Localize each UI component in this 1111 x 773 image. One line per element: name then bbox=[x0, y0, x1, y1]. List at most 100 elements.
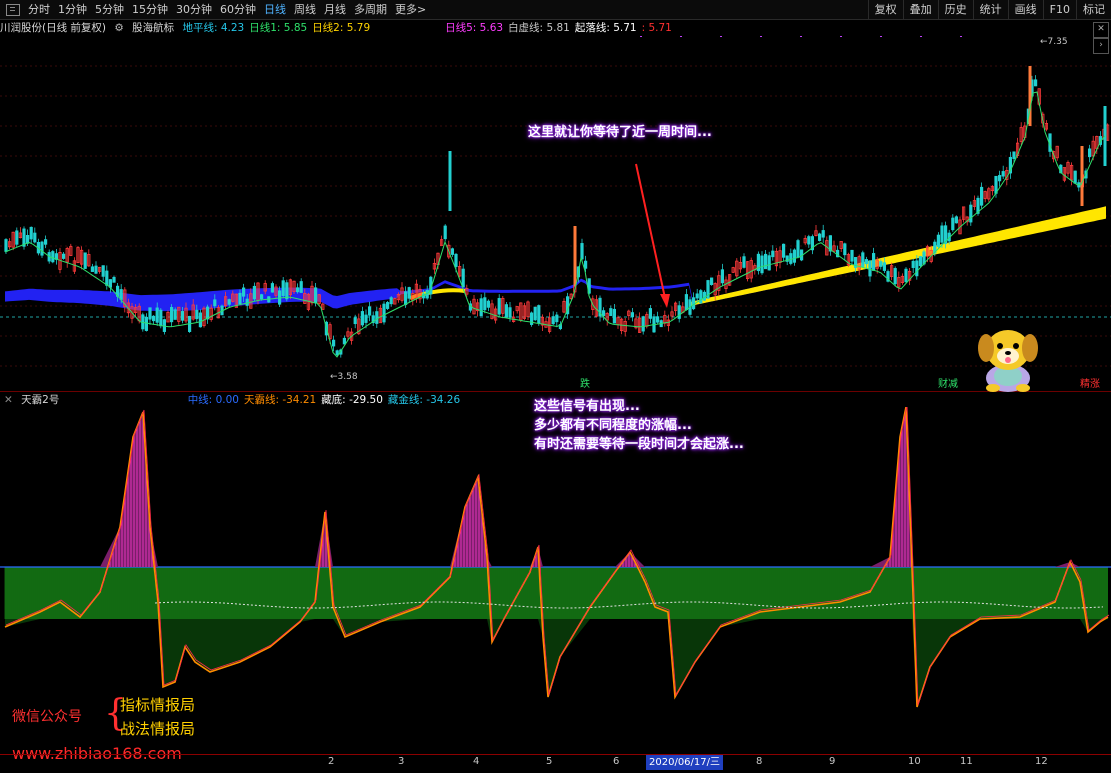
cursor-date: 2020/06/17/三 bbox=[646, 755, 724, 770]
date-tick-label: 10 bbox=[908, 756, 921, 767]
period-tabs: 分时 1分钟 5分钟 15分钟 30分钟 60分钟 日线 周线 月线 多周期 更多> bbox=[0, 0, 430, 19]
tab-period[interactable]: 分时 bbox=[24, 0, 54, 19]
oscillator-green-zone bbox=[5, 567, 1108, 619]
candle bbox=[911, 260, 915, 268]
candle bbox=[1034, 79, 1038, 87]
candle bbox=[83, 252, 87, 269]
candle bbox=[108, 279, 112, 288]
candle bbox=[112, 276, 116, 283]
candle bbox=[796, 240, 800, 258]
puppy-mascot-image bbox=[978, 330, 1038, 392]
tab-period[interactable]: 30分钟 bbox=[172, 0, 216, 19]
candle bbox=[443, 225, 447, 240]
candle bbox=[1088, 148, 1092, 158]
candle bbox=[375, 311, 379, 324]
candle bbox=[151, 315, 156, 322]
candle bbox=[144, 316, 148, 331]
tab-period[interactable]: 月线 bbox=[320, 0, 350, 19]
price-high-label: ←7.35 bbox=[1040, 37, 1068, 47]
gear-icon[interactable]: ⚙ bbox=[114, 22, 123, 34]
toolbar-button[interactable]: 复权 bbox=[867, 0, 903, 19]
toolbar-button[interactable]: 标记 bbox=[1076, 0, 1111, 19]
marker-dot bbox=[720, 36, 722, 37]
candle bbox=[385, 302, 390, 309]
legend-item: 中线: 0.00 bbox=[187, 394, 239, 406]
date-tick-label: 5 bbox=[546, 756, 553, 767]
candle bbox=[90, 266, 94, 272]
candle bbox=[364, 314, 368, 323]
candle bbox=[630, 312, 635, 318]
candle bbox=[94, 265, 98, 274]
date-axis bbox=[0, 754, 1111, 773]
legend-item: 日线1: 5.85 bbox=[249, 22, 308, 34]
candle bbox=[461, 268, 465, 288]
indicator-name[interactable]: 股海航标 bbox=[132, 22, 174, 34]
marker-dot bbox=[640, 36, 642, 37]
candle bbox=[580, 243, 584, 260]
toolbar-button[interactable]: F10 bbox=[1042, 0, 1076, 19]
legend-item: 藏底: -29.50 bbox=[321, 394, 383, 406]
chevron-right-icon[interactable]: › bbox=[1093, 38, 1109, 54]
date-tick-label: 3 bbox=[398, 756, 405, 767]
toolbar-button[interactable]: 画线 bbox=[1007, 0, 1043, 19]
price-chart[interactable]: ←7.35 ←3.58 跌 财减 精涨 bbox=[0, 36, 1111, 390]
candle bbox=[15, 230, 19, 245]
menu-icon[interactable] bbox=[6, 3, 20, 16]
tab-period[interactable]: 15分钟 bbox=[128, 0, 172, 19]
candle bbox=[821, 230, 825, 238]
candle bbox=[62, 253, 66, 259]
annotation-bottom-2: 多少都有不同程度的涨幅... bbox=[534, 418, 692, 433]
tab-period[interactable]: 5分钟 bbox=[91, 0, 128, 19]
legend-item: 日线2: 5.79 bbox=[312, 22, 371, 34]
candle bbox=[1073, 170, 1077, 184]
legend-item: 天霸线: -34.21 bbox=[243, 394, 317, 406]
annotation-bottom-1: 这些信号有出现... bbox=[534, 399, 640, 414]
tab-period[interactable]: 多周期 bbox=[350, 0, 391, 19]
close-small-icon[interactable]: ✕ bbox=[4, 394, 13, 406]
candle bbox=[951, 217, 955, 231]
candle bbox=[969, 204, 973, 223]
candle bbox=[954, 216, 959, 224]
candle bbox=[295, 287, 300, 293]
tab-period[interactable]: 日线 bbox=[260, 0, 290, 19]
legend-item: 地平线: 4.23 bbox=[182, 22, 245, 34]
candle bbox=[720, 269, 725, 284]
signal-label: 财减 bbox=[938, 377, 958, 390]
candle bbox=[198, 312, 202, 328]
candle bbox=[699, 290, 703, 304]
date-tick-label: 2 bbox=[328, 756, 335, 767]
candle bbox=[764, 253, 768, 270]
main-legend-items: 地平线: 4.23 日线1: 5.85 日线2: 5.79 日线5: 5.63 白虚线:… bbox=[182, 22, 676, 34]
candle bbox=[360, 311, 365, 326]
date-tick-label: 11 bbox=[960, 756, 973, 767]
candle bbox=[904, 268, 908, 283]
tab-period[interactable]: 更多> bbox=[391, 0, 430, 19]
candle bbox=[684, 294, 689, 311]
legend-item: : 5.71 bbox=[641, 22, 672, 34]
tab-period[interactable]: 1分钟 bbox=[54, 0, 91, 19]
candle bbox=[782, 243, 786, 258]
candle bbox=[382, 303, 386, 323]
close-panel-icon[interactable]: ✕ bbox=[1093, 22, 1109, 38]
candle bbox=[29, 226, 33, 240]
candle bbox=[980, 186, 984, 206]
candle bbox=[767, 255, 771, 271]
candle bbox=[101, 265, 105, 277]
sub-indicator-name[interactable]: 天霸2号 bbox=[21, 394, 59, 406]
candle bbox=[789, 253, 793, 264]
annotation-top: 这里就让你等待了近一周时间... bbox=[528, 125, 712, 140]
tab-period[interactable]: 周线 bbox=[290, 0, 320, 19]
candle bbox=[454, 253, 458, 267]
candle bbox=[936, 234, 941, 247]
candle bbox=[692, 297, 696, 310]
candle bbox=[710, 277, 714, 285]
toolbar-button[interactable]: 统计 bbox=[972, 0, 1008, 19]
candle bbox=[141, 314, 145, 330]
candle bbox=[450, 248, 455, 255]
toolbar-button[interactable]: 历史 bbox=[937, 0, 973, 19]
candle bbox=[742, 256, 746, 268]
toolbar-button[interactable]: 叠加 bbox=[902, 0, 938, 19]
candle bbox=[486, 300, 491, 308]
tab-period[interactable]: 60分钟 bbox=[216, 0, 260, 19]
date-tick-label: 12 bbox=[1035, 756, 1048, 767]
